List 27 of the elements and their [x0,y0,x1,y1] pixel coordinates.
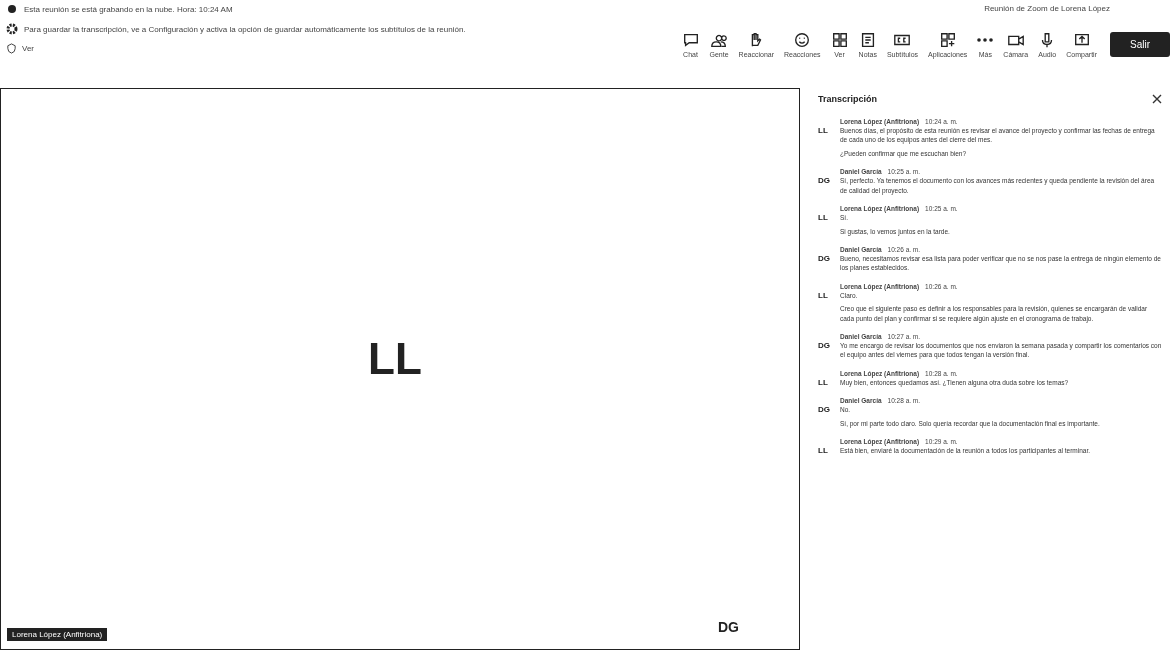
notice-text: Para guardar la transcripción, ve a Configuración y activa la opción de guardar automáticamente los subtítulos de la reunión. [24,24,466,34]
settings-icon [6,23,18,35]
shield-icon [6,43,17,54]
grid-icon [830,31,849,49]
name-tag: Lorena López (Anfitriona) [7,628,108,641]
apps-icon [938,31,957,49]
avatar-initials: LL [818,290,829,302]
avatar-initials: LL [818,126,829,137]
panel-title: Transcripción [818,94,878,104]
avatar-initials: DG [818,176,831,188]
avatar-initials: LL [818,377,829,389]
meeting-title: Reunión de Zoom de Lorena López [984,4,1110,13]
avatar-initials: DG [818,253,831,265]
avatar-initials: LL [818,446,829,458]
more-icon [977,38,994,42]
speaker-initials: LL [368,334,422,384]
close-icon[interactable] [1152,94,1162,104]
avatar-initials: LL [818,213,829,225]
view-button[interactable]: Ver [22,44,34,53]
leave-button[interactable]: Salir [1110,32,1170,57]
avatar-initials: DG [818,405,831,417]
notice-text: Esta reunión se está grabando en la nube. Hora: 10:24 AM [24,4,233,14]
self-initials: DG [718,619,739,635]
smiley-icon [793,31,812,49]
chat-icon [681,31,700,49]
recording-icon [6,3,18,15]
avatar-initials: DG [818,341,831,353]
